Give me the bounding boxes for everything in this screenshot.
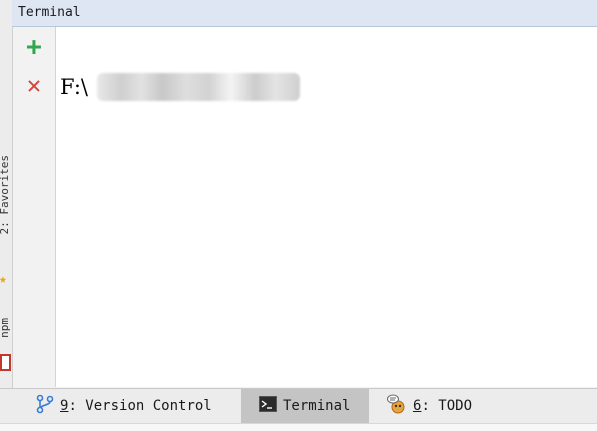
tab-version-control[interactable]: 9: Version Control <box>36 389 212 423</box>
branch-icon <box>36 394 54 418</box>
npm-tool-tab[interactable]: npm <box>0 318 12 374</box>
terminal-actions: + ✕ <box>13 27 56 387</box>
favorites-tool-tab[interactable]: 2: Favorites ★ <box>0 155 12 295</box>
terminal-title: Terminal <box>18 5 81 20</box>
close-icon: ✕ <box>26 71 42 99</box>
tab-version-control-label: : Version Control <box>68 398 212 414</box>
close-session-button[interactable]: ✕ <box>23 71 45 99</box>
npm-icon <box>0 354 11 371</box>
tab-terminal[interactable]: Terminal <box>241 389 369 423</box>
tab-todo-label: : TODO <box>421 398 473 414</box>
terminal-icon <box>259 396 277 416</box>
terminal-header: Terminal <box>12 0 597 27</box>
tab-todo[interactable]: 6: TODO <box>387 389 472 423</box>
bottom-tool-bar: 9: Version Control Terminal 6: TODO <box>0 388 597 423</box>
tab-terminal-label: Terminal <box>283 398 351 414</box>
redacted-path <box>97 73 300 101</box>
star-icon: ★ <box>0 272 7 287</box>
tab-version-control-number: 9 <box>60 398 69 414</box>
left-tool-strip: 2: Favorites ★ npm <box>0 0 13 388</box>
new-session-button[interactable]: + <box>23 32 45 62</box>
favorites-tab-label: 2: Favorites <box>0 155 11 235</box>
terminal-prompt: F:\ <box>60 75 88 99</box>
plus-icon: + <box>26 32 42 62</box>
npm-tab-label: npm <box>0 318 11 338</box>
todo-icon <box>387 394 407 418</box>
tab-todo-number: 6 <box>413 398 422 414</box>
